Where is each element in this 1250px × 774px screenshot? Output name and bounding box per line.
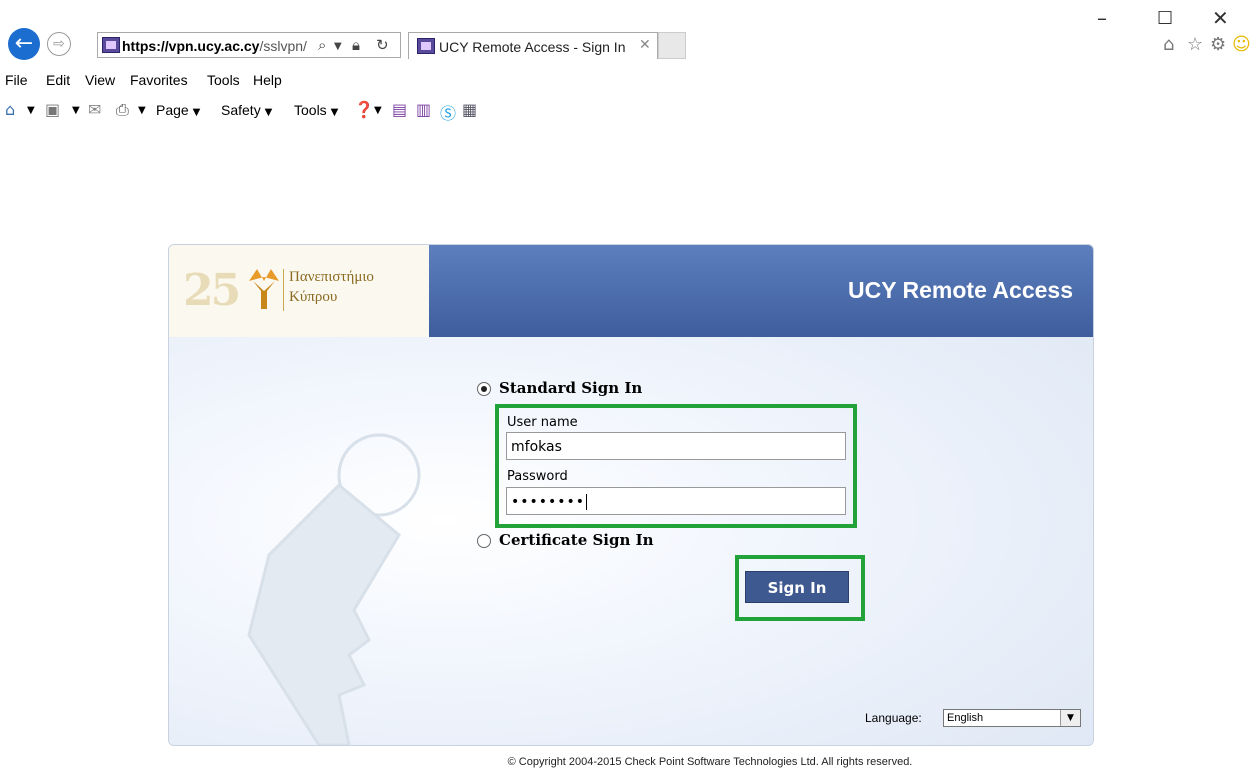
site-favicon-icon bbox=[102, 37, 120, 53]
university-emblem-icon bbox=[249, 269, 279, 309]
address-bar[interactable]: https://vpn.ucy.ac.cy/sslvpn/ ⌕ ▼ 🔒︎ ↻ bbox=[97, 32, 401, 58]
page-title: UCY Remote Access bbox=[848, 277, 1073, 303]
back-arrow-icon[interactable]: ← bbox=[8, 28, 40, 60]
mail-icon[interactable]: ✉ bbox=[88, 100, 101, 119]
skype-icon[interactable]: Ⓢ bbox=[440, 100, 456, 124]
tab-title: UCY Remote Access - Sign In bbox=[439, 39, 626, 55]
command-bar: ⌂ ▼ ▣ ▼ ✉ ⎙ ▼ Page ▼ Safety ▼ Tools ▼ ❓ … bbox=[0, 98, 700, 124]
anniversary-logo: 25 bbox=[183, 265, 241, 316]
print-icon[interactable]: ⎙ bbox=[116, 100, 129, 120]
tools-menu-label: Tools bbox=[294, 102, 327, 118]
refresh-icon[interactable]: ↻ bbox=[376, 36, 389, 54]
logo-text-line1: Πανεπιστήμιο bbox=[289, 269, 374, 285]
text-caret bbox=[586, 494, 588, 510]
print-dropdown-icon[interactable]: ▼ bbox=[138, 105, 146, 116]
home-icon[interactable]: ⌂ bbox=[1163, 34, 1174, 55]
feeds-icon[interactable]: ▣ bbox=[45, 100, 60, 119]
chevron-down-icon[interactable]: ▼ bbox=[1060, 710, 1080, 726]
home-dropdown-icon[interactable]: ▼ bbox=[27, 105, 35, 116]
menu-edit[interactable]: Edit bbox=[46, 72, 70, 88]
forward-arrow-icon[interactable]: ⇨ bbox=[47, 32, 71, 56]
username-input[interactable]: mfokas bbox=[506, 432, 846, 460]
feeds-dropdown-icon[interactable]: ▼ bbox=[72, 105, 80, 116]
logo-text-line2: Κύπρου bbox=[289, 289, 338, 305]
tools-menu[interactable]: Tools ▼ bbox=[294, 102, 338, 118]
language-select[interactable]: English ▼ bbox=[943, 709, 1081, 727]
password-label: Password bbox=[507, 469, 568, 484]
language-selected: English bbox=[947, 712, 984, 724]
page-menu-label: Page bbox=[156, 102, 189, 118]
certificate-signin-radio[interactable] bbox=[477, 534, 491, 548]
help-dropdown-icon[interactable]: ▼ bbox=[374, 105, 382, 116]
browser-chrome: – ☐ ✕ ← ⇨ https://vpn.ucy.ac.cy/sslvpn/ … bbox=[0, 0, 1250, 128]
research-icon[interactable]: ▦ bbox=[462, 100, 477, 119]
tab-close-icon[interactable]: ✕ bbox=[639, 37, 651, 53]
safety-menu-label: Safety bbox=[221, 102, 261, 118]
help-icon[interactable]: ❓ bbox=[354, 100, 374, 119]
menu-tools[interactable]: Tools bbox=[207, 72, 240, 88]
search-icon[interactable]: ⌕ bbox=[318, 36, 326, 54]
minimize-icon[interactable]: – bbox=[1097, 6, 1107, 30]
standard-signin-radio[interactable] bbox=[477, 382, 491, 396]
logo-separator bbox=[283, 269, 284, 311]
menu-file[interactable]: File bbox=[5, 72, 28, 88]
onenote-icon[interactable]: ▤ bbox=[392, 100, 407, 119]
maximize-icon[interactable]: ☐ bbox=[1157, 8, 1173, 29]
safety-menu[interactable]: Safety ▼ bbox=[221, 102, 272, 118]
copyright-footer: © Copyright 2004-2015 Check Point Softwa… bbox=[507, 756, 913, 768]
password-input[interactable]: •••••••• bbox=[506, 487, 846, 515]
menu-help[interactable]: Help bbox=[253, 72, 282, 88]
key-watermark bbox=[247, 433, 421, 745]
password-mask: •••••••• bbox=[511, 494, 586, 510]
tab-active[interactable]: UCY Remote Access - Sign In ✕ bbox=[408, 32, 658, 59]
certificate-signin-label[interactable]: Certificate Sign In bbox=[499, 531, 654, 549]
language-label: Language: bbox=[865, 711, 922, 725]
dropdown-icon[interactable]: ▼ bbox=[334, 41, 342, 52]
menu-view[interactable]: View bbox=[85, 72, 115, 88]
onenote-linked-icon[interactable]: ▥ bbox=[416, 100, 431, 119]
standard-signin-label[interactable]: Standard Sign In bbox=[499, 379, 642, 397]
url-domain: https://vpn.ucy.ac.cy bbox=[122, 38, 260, 54]
signin-button[interactable]: Sign In bbox=[745, 571, 849, 603]
gear-icon[interactable]: ⚙ bbox=[1210, 34, 1226, 55]
smiley-icon[interactable]: ☺ bbox=[1232, 34, 1250, 55]
login-card: 25 Πανεπιστήμιο Κύπρου UCY Remote Access… bbox=[168, 244, 1094, 746]
close-window-icon[interactable]: ✕ bbox=[1212, 6, 1229, 30]
home-command-icon[interactable]: ⌂ bbox=[5, 100, 15, 119]
username-label: User name bbox=[507, 415, 578, 430]
page-content: 25 Πανεπιστήμιο Κύπρου UCY Remote Access… bbox=[0, 128, 1250, 774]
tab-favicon-icon bbox=[417, 38, 435, 54]
page-menu[interactable]: Page ▼ bbox=[156, 102, 200, 118]
header-banner: 25 Πανεπιστήμιο Κύπρου UCY Remote Access bbox=[169, 245, 1093, 337]
url-path: /sslvpn/ bbox=[259, 38, 307, 54]
menu-favorites[interactable]: Favorites bbox=[130, 72, 188, 88]
new-tab-button[interactable] bbox=[658, 32, 686, 59]
address-url[interactable]: https://vpn.ucy.ac.cy/sslvpn/ bbox=[122, 38, 307, 54]
star-icon[interactable]: ☆ bbox=[1187, 34, 1203, 55]
lock-icon[interactable]: 🔒︎ bbox=[352, 36, 360, 54]
